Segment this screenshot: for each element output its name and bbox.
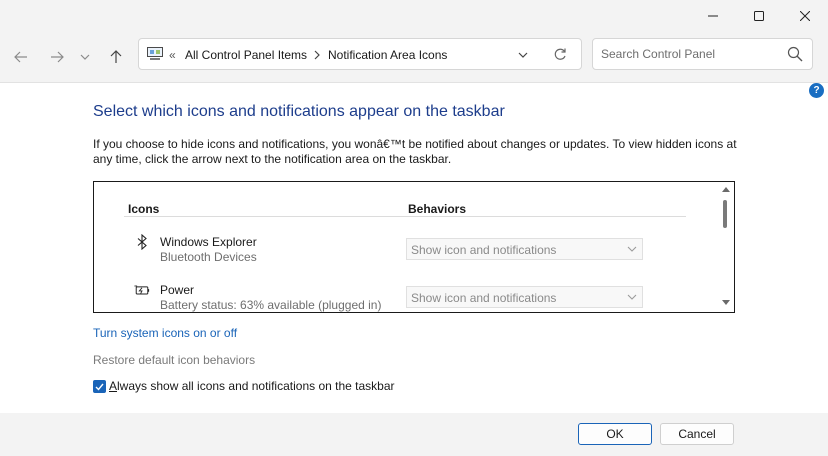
battery-charging-icon <box>134 282 150 298</box>
breadcrumb-item-all-control-panel-items[interactable]: All Control Panel Items <box>185 48 307 62</box>
address-bar[interactable]: « All Control Panel Items Notification A… <box>138 38 582 70</box>
ok-button[interactable]: OK <box>578 423 652 445</box>
cancel-button[interactable]: Cancel <box>660 423 734 445</box>
checkbox-label-accesskey: A <box>109 379 118 393</box>
close-button[interactable] <box>782 0 828 32</box>
breadcrumb-item-notification-area-icons[interactable]: Notification Area Icons <box>328 48 447 62</box>
row-app-description: Battery status: 63% available (plugged i… <box>160 298 382 312</box>
checkbox-label-text: lways show all icons and notifications o… <box>117 379 395 393</box>
arrow-up-icon <box>110 50 122 63</box>
search-box[interactable] <box>592 38 813 70</box>
behavior-dropdown[interactable]: Show icon and notifications <box>406 238 643 260</box>
arrow-left-icon <box>14 51 27 63</box>
chevron-right-icon <box>314 50 320 60</box>
always-show-all-label[interactable]: Always show all icons and notifications … <box>109 379 395 393</box>
turn-system-icons-link[interactable]: Turn system icons on or off <box>93 326 237 340</box>
chevron-down-icon <box>80 54 90 60</box>
search-icon[interactable] <box>787 46 803 62</box>
vertical-scrollbar[interactable] <box>718 182 734 312</box>
search-input[interactable] <box>601 46 781 62</box>
page-title: Select which icons and notifications app… <box>93 103 505 120</box>
chevron-down-icon <box>627 294 637 300</box>
address-dropdown-icon[interactable] <box>518 50 528 60</box>
column-header-icons: Icons <box>128 202 160 216</box>
behavior-dropdown-value: Show icon and notifications <box>411 243 557 257</box>
bluetooth-icon <box>134 234 150 250</box>
recent-locations-button[interactable] <box>75 44 95 70</box>
checkmark-icon <box>95 383 104 391</box>
control-panel-icon <box>147 47 163 60</box>
close-icon <box>800 11 810 21</box>
scroll-up-icon[interactable] <box>722 186 730 192</box>
maximize-icon <box>754 11 764 21</box>
behavior-dropdown[interactable]: Show icon and notifications <box>406 286 643 308</box>
scrollbar-thumb[interactable] <box>723 200 727 228</box>
title-bar <box>0 0 828 32</box>
header-divider <box>124 216 686 217</box>
icons-behaviors-list: Icons Behaviors Windows Explorer Bluetoo… <box>93 181 735 313</box>
column-header-behaviors: Behaviors <box>408 202 467 216</box>
row-app-description: Bluetooth Devices <box>160 250 257 264</box>
minimize-icon <box>708 15 718 17</box>
up-button[interactable] <box>103 44 129 70</box>
chevron-down-icon <box>627 246 637 252</box>
restore-default-behaviors-link: Restore default icon behaviors <box>93 353 256 367</box>
help-button[interactable]: ? <box>809 83 824 98</box>
scroll-down-icon[interactable] <box>722 300 730 306</box>
row-app-name: Windows Explorer <box>160 235 257 249</box>
maximize-button[interactable] <box>736 0 782 32</box>
always-show-all-checkbox[interactable] <box>93 380 106 393</box>
arrow-right-icon <box>51 51 64 63</box>
back-button[interactable] <box>8 44 34 70</box>
breadcrumb-overflow[interactable]: « <box>169 48 176 62</box>
behavior-dropdown-value: Show icon and notifications <box>411 291 557 305</box>
page-description: If you choose to hide icons and notifica… <box>93 137 737 166</box>
minimize-button[interactable] <box>690 0 736 32</box>
refresh-icon[interactable] <box>553 47 567 61</box>
row-app-name: Power <box>160 283 195 297</box>
forward-button[interactable] <box>44 44 70 70</box>
